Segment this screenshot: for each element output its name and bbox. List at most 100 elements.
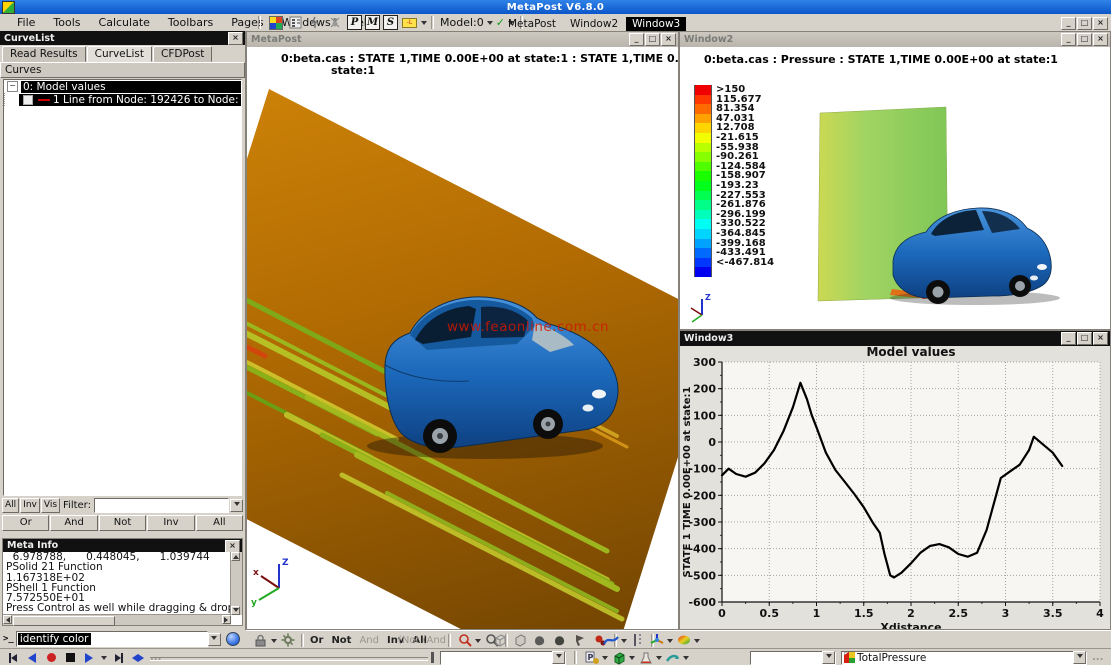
p-tool-icon[interactable]: P <box>347 15 362 30</box>
menu-item-calculate[interactable]: Calculate <box>90 14 159 31</box>
menu-item-file[interactable]: File <box>8 14 44 31</box>
chevron-down-icon[interactable] <box>421 21 427 28</box>
menu-item-tools[interactable]: Tools <box>44 14 89 31</box>
tree-item[interactable]: 1 Line from Node: 192426 to Node: 241399… <box>19 94 241 106</box>
play-button[interactable] <box>82 651 96 664</box>
tree-row[interactable]: −0: Model values <box>4 80 241 93</box>
metapost-3d-viewport[interactable]: Z x y 0:beta.cas : STATE 1,TIME 0.00E+00… <box>247 47 678 629</box>
first-frame-button[interactable] <box>6 651 20 664</box>
window2-3d-viewport[interactable]: Z 0:beta.cas : Pressure : STATE 1,TIME 0… <box>680 47 1110 329</box>
previous-frame-button[interactable] <box>25 651 39 664</box>
metapost-window-title-bar[interactable]: MetaPost _ □ × <box>247 32 678 47</box>
curve-style-icon[interactable] <box>602 633 619 648</box>
shaded-solid-dark-icon[interactable] <box>551 633 568 648</box>
state-dropdown[interactable] <box>750 651 836 665</box>
chevron-down-icon[interactable] <box>656 656 662 663</box>
axes-jack-icon[interactable] <box>648 633 665 648</box>
panel-tab-curvelist[interactable]: CurveList <box>87 46 152 62</box>
animation-slider-track[interactable] <box>150 657 428 661</box>
stop-button[interactable] <box>63 651 77 664</box>
horizontal-scrollbar[interactable] <box>3 614 231 625</box>
chevron-down-icon[interactable] <box>621 639 627 646</box>
hidden-line-cube-icon[interactable] <box>511 633 528 648</box>
close-icon[interactable]: × <box>228 32 243 45</box>
chevron-down-icon[interactable] <box>683 656 689 663</box>
last-frame-button[interactable] <box>112 651 126 664</box>
results-flask-icon[interactable] <box>637 650 654 665</box>
restore-button[interactable]: □ <box>1077 332 1092 345</box>
restore-button[interactable]: □ <box>1077 33 1092 46</box>
loop-button[interactable] <box>131 651 145 664</box>
frame-select-dropdown[interactable] <box>440 651 566 665</box>
close-button[interactable]: × <box>1093 332 1108 345</box>
filter-vis-button[interactable]: Vis <box>41 498 60 513</box>
fringe-sphere-icon[interactable] <box>675 633 692 648</box>
chevron-down-icon[interactable] <box>101 656 107 663</box>
chevron-down-icon[interactable] <box>602 656 608 663</box>
operator-or-button[interactable]: Or <box>310 635 323 646</box>
command-input[interactable]: identify color <box>16 631 208 647</box>
tree-expander-icon[interactable]: − <box>7 81 18 92</box>
chevron-down-icon[interactable] <box>629 656 635 663</box>
probe-cursor-icon[interactable] <box>307 15 324 30</box>
close-button[interactable]: × <box>661 33 676 46</box>
close-button[interactable]: × <box>1093 33 1108 46</box>
close-button[interactable]: × <box>1093 17 1108 30</box>
m-tool-icon[interactable]: M <box>365 15 380 30</box>
execute-button[interactable] <box>226 632 240 646</box>
chevron-down-icon[interactable] <box>487 21 493 28</box>
logic-and-button[interactable]: And <box>50 515 97 531</box>
identify-icon[interactable] <box>327 15 344 30</box>
flag-tool-icon[interactable] <box>571 633 588 648</box>
app-title-bar[interactable]: MetaPost V6.8.0 <box>0 0 1111 14</box>
window3-title-bar[interactable]: Window3 _ □ × <box>680 331 1110 346</box>
tree-row[interactable]: 1 Line from Node: 192426 to Node: 241399… <box>4 93 241 106</box>
gear-settings-icon[interactable] <box>279 633 296 648</box>
filter-all-button[interactable]: All <box>2 498 19 513</box>
minimize-button[interactable]: _ <box>1061 33 1076 46</box>
panel-tab-cfdpost[interactable]: CFDPost <box>153 46 212 62</box>
tab-window2[interactable]: Window2 <box>564 17 624 31</box>
minimize-button[interactable]: _ <box>1061 17 1076 30</box>
logic-not-button[interactable]: Not <box>99 515 146 531</box>
result-field-dropdown[interactable]: TotalPressure <box>841 651 1087 665</box>
meta-info-title-bar[interactable]: Meta Info × <box>3 539 242 552</box>
chevron-down-icon[interactable] <box>667 639 673 646</box>
restore-button[interactable]: □ <box>1077 17 1092 30</box>
tree-item-label[interactable]: 0: Model values <box>21 81 241 93</box>
menu-item-toolbars[interactable]: Toolbars <box>159 14 222 31</box>
tab-metapost[interactable]: MetaPost <box>502 17 562 31</box>
minimize-button[interactable]: _ <box>1061 332 1076 345</box>
palette-icon[interactable] <box>267 15 284 30</box>
annotation-tag-icon[interactable]: -L <box>401 15 418 30</box>
chart-area[interactable]: 3002001000-100-200-300-400-500-60000.511… <box>680 346 1110 629</box>
filter-dropdown-button[interactable] <box>230 499 243 512</box>
axis-limits-icon[interactable] <box>629 633 646 648</box>
more-options-label[interactable]: ... <box>1092 652 1103 663</box>
operator-and-button[interactable]: And <box>359 635 379 646</box>
model-cube-icon[interactable] <box>610 650 627 665</box>
logic-all-button[interactable]: All <box>196 515 243 531</box>
vertical-scrollbar[interactable] <box>230 552 242 615</box>
shaded-solid-icon[interactable] <box>531 633 548 648</box>
chevron-down-icon[interactable] <box>271 639 277 646</box>
chevron-down-icon[interactable] <box>694 639 700 646</box>
panel-tab-read-results[interactable]: Read Results <box>2 46 86 62</box>
window2-title-bar[interactable]: Window2 _ □ × <box>680 32 1110 47</box>
tab-window3[interactable]: Window3 <box>626 17 686 31</box>
command-history-dropdown[interactable] <box>208 633 221 646</box>
zoom-area-icon[interactable] <box>456 633 473 648</box>
s-tool-icon[interactable]: S <box>383 15 398 30</box>
curvelist-title-bar[interactable]: CurveList × <box>0 31 245 45</box>
wireframe-cube-icon[interactable] <box>491 633 508 648</box>
filter-inv-button[interactable]: Inv <box>20 498 40 513</box>
deform-arrow-icon[interactable] <box>664 650 681 665</box>
logic-or-button[interactable]: Or <box>2 515 49 531</box>
lock-icon[interactable] <box>252 633 269 648</box>
record-button[interactable] <box>44 651 58 664</box>
restore-button[interactable]: □ <box>645 33 660 46</box>
curves-tree[interactable]: −0: Model values1 Line from Node: 192426… <box>3 79 242 496</box>
animation-slider-handle[interactable] <box>431 652 434 663</box>
model-selector[interactable]: Model:0 <box>440 16 484 29</box>
minimize-button[interactable]: _ <box>629 33 644 46</box>
